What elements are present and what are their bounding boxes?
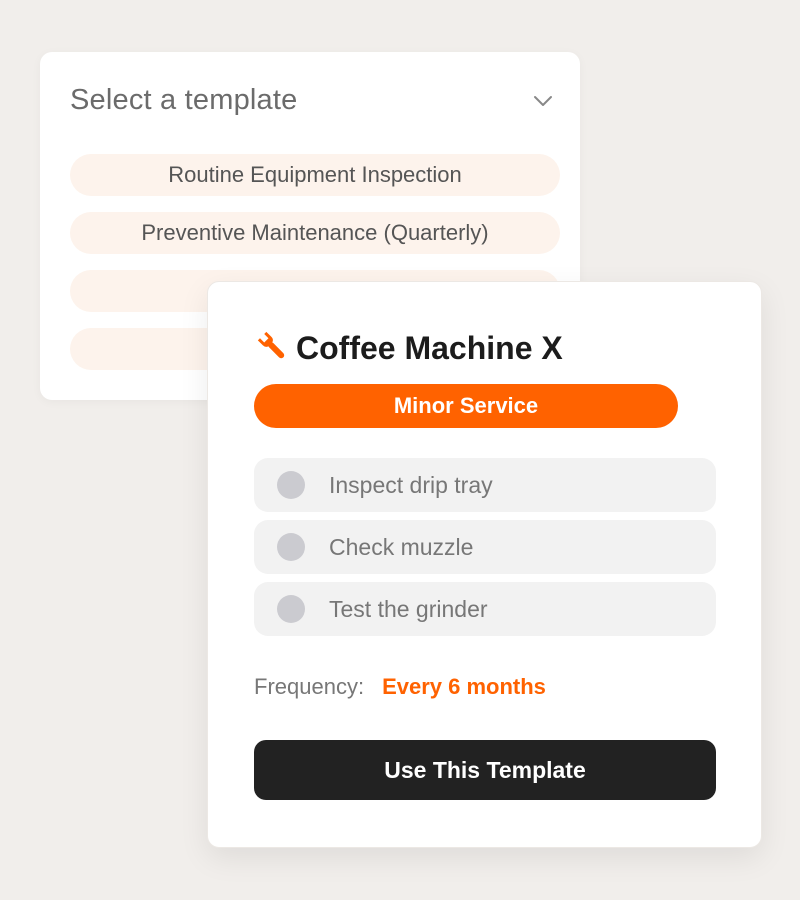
service-type-badge: Minor Service (254, 384, 678, 428)
chevron-down-icon[interactable] (532, 90, 554, 112)
checklist-item-label: Inspect drip tray (329, 471, 493, 498)
wrench-icon (256, 330, 288, 367)
template-option[interactable]: Preventive Maintenance (Quarterly) (70, 212, 560, 254)
frequency-row: Frequency: Every 6 months (254, 674, 546, 700)
checkbox-circle[interactable] (277, 533, 305, 561)
card-title-row: Coffee Machine X (256, 330, 563, 367)
use-template-button[interactable]: Use This Template (254, 740, 716, 800)
checkbox-circle[interactable] (277, 595, 305, 623)
template-preview-card: Coffee Machine X Minor Service Inspect d… (207, 281, 762, 848)
checklist-item-label: Test the grinder (329, 595, 488, 622)
template-picker-screen: Select a template Routine Equipment Insp… (0, 0, 800, 900)
checklist-item-label: Check muzzle (329, 533, 474, 560)
checklist: Inspect drip tray Check muzzle Test the … (254, 458, 716, 644)
checklist-item[interactable]: Test the grinder (254, 582, 716, 636)
template-selector-title: Select a template (70, 84, 298, 116)
checkbox-circle[interactable] (277, 471, 305, 499)
template-selector-header[interactable]: Select a template (70, 84, 554, 117)
frequency-label: Frequency: (254, 674, 365, 699)
checklist-item[interactable]: Check muzzle (254, 520, 716, 574)
template-option[interactable]: Routine Equipment Inspection (70, 154, 560, 196)
card-title: Coffee Machine X (296, 330, 563, 366)
frequency-value: Every 6 months (382, 674, 546, 699)
checklist-item[interactable]: Inspect drip tray (254, 458, 716, 512)
